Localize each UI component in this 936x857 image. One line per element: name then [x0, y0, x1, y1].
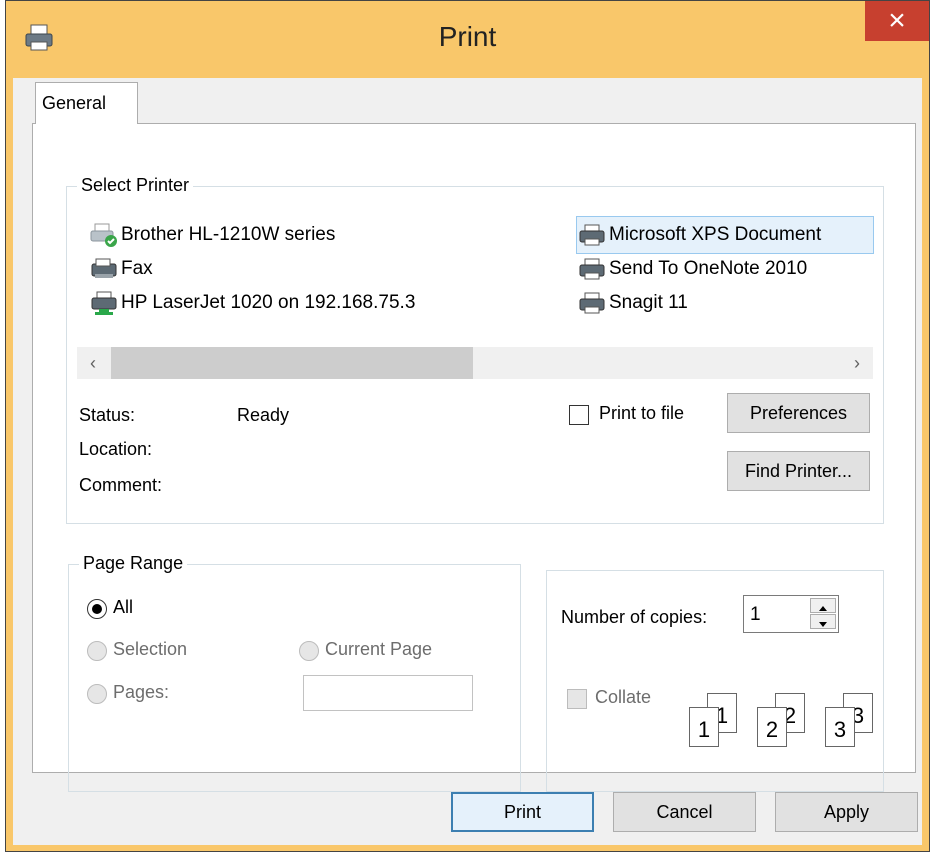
copies-down-button[interactable]: [810, 614, 836, 629]
pages-label: Pages:: [113, 682, 170, 702]
print-to-file-checkbox[interactable]: [569, 405, 589, 425]
comment-label: Comment:: [79, 475, 163, 495]
print-dialog: Print × General Select Printer Brother H…: [5, 0, 930, 852]
copies-group: Number of copies: 1 Collate 1 1 2 2 3 3: [546, 570, 884, 792]
page-range-group: Page Range All Selection Current Page Pa…: [68, 553, 521, 792]
printer-item-xps[interactable]: Microsoft XPS Document: [576, 216, 874, 254]
printer-name: Microsoft XPS Document: [609, 224, 822, 245]
arrow-down-icon: [819, 622, 827, 627]
find-printer-button[interactable]: Find Printer...: [727, 451, 870, 491]
copies-value: 1: [750, 604, 761, 625]
selection-label: Selection: [113, 639, 188, 659]
network-printer-icon: [91, 291, 117, 315]
all-radio[interactable]: [87, 599, 107, 619]
printer-item-hp[interactable]: HP LaserJet 1020 on 192.168.75.3: [89, 285, 415, 321]
close-icon: ×: [888, 4, 906, 37]
title-bar[interactable]: Print ×: [6, 1, 929, 78]
print-button[interactable]: Print: [451, 792, 594, 832]
printer-name: Send To OneNote 2010: [609, 258, 808, 279]
select-printer-title: Select Printer: [77, 175, 194, 196]
current-page-radio[interactable]: [299, 641, 319, 661]
scrollbar-thumb[interactable]: [111, 347, 473, 379]
cancel-button[interactable]: Cancel: [613, 792, 756, 832]
printer-default-icon: [90, 223, 117, 247]
location-label: Location:: [79, 439, 153, 459]
current-page-label: Current Page: [325, 639, 433, 659]
collate-page: 1: [689, 707, 719, 747]
collate-page: 2: [757, 707, 787, 747]
page-range-title: Page Range: [79, 553, 188, 574]
copies-up-button[interactable]: [810, 598, 836, 613]
collate-page-stack-2: 2 2: [755, 693, 811, 751]
scroll-right-icon[interactable]: ›: [841, 347, 873, 379]
printer-name: Fax: [121, 258, 153, 279]
pages-radio[interactable]: [87, 684, 107, 704]
tab-general[interactable]: General: [35, 82, 138, 124]
printer-name: Snagit 11: [609, 292, 688, 313]
collate-page: 3: [825, 707, 855, 747]
copies-stepper[interactable]: 1: [743, 595, 839, 633]
status-label: Status:: [79, 405, 136, 425]
collate-checkbox[interactable]: [567, 689, 587, 709]
printer-icon: [579, 224, 605, 246]
fax-icon: [91, 258, 117, 278]
collate-label: Collate: [595, 687, 652, 707]
printer-list-scrollbar[interactable]: ‹ ›: [77, 347, 873, 379]
printer-item-onenote[interactable]: Send To OneNote 2010: [577, 251, 807, 287]
selection-radio[interactable]: [87, 641, 107, 661]
all-label: All: [113, 597, 134, 617]
printer-item-fax[interactable]: Fax: [89, 251, 153, 287]
printer-name: Brother HL-1210W series: [121, 224, 336, 245]
scroll-left-icon[interactable]: ‹: [77, 347, 109, 379]
select-printer-group: Select Printer Brother HL-1210W series F…: [66, 175, 884, 524]
status-value: Ready: [237, 405, 290, 425]
number-of-copies-label: Number of copies:: [561, 607, 708, 627]
apply-button[interactable]: Apply: [775, 792, 918, 832]
window-title: Print: [438, 21, 497, 52]
printer-item-snagit[interactable]: Snagit 11: [577, 285, 688, 321]
collate-page-stack-3: 3 3: [823, 693, 879, 751]
dialog-body: General Select Printer Brother HL-1210W …: [13, 78, 922, 845]
print-to-file-label: Print to file: [599, 403, 685, 423]
printer-icon: [579, 292, 605, 314]
printer-item-brother[interactable]: Brother HL-1210W series: [89, 217, 335, 253]
printer-name: HP LaserJet 1020 on 192.168.75.3: [121, 292, 416, 313]
pages-input[interactable]: [303, 675, 473, 711]
close-button[interactable]: ×: [865, 1, 929, 41]
general-tab-panel: Select Printer Brother HL-1210W series F…: [32, 123, 916, 792]
printer-icon: [579, 258, 605, 280]
preferences-button[interactable]: Preferences: [727, 393, 870, 433]
collate-page-stack-1: 1 1: [687, 693, 743, 751]
